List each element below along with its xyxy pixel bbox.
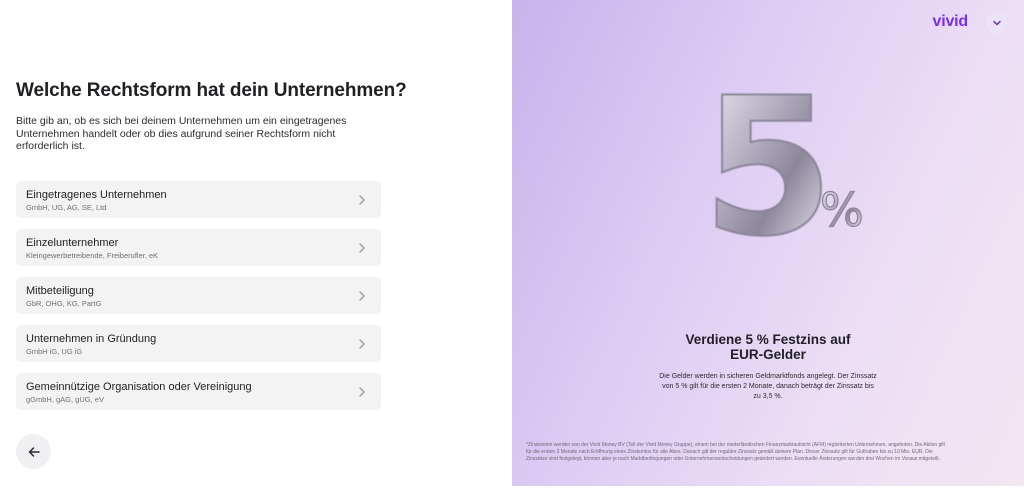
option-subtitle: GmbH iG, UG iG [26, 347, 83, 356]
option-subtitle: Kleingewerbetreibende, Freiberufler, eK [26, 251, 159, 260]
option-eingetragenes-unternehmen[interactable]: Eingetragenes Unternehmen GmbH, UG, AG, … [16, 181, 381, 218]
legal-footnote: *Zinskonten werden von der Vivid Money B… [526, 442, 945, 462]
chevron-right-icon [359, 195, 365, 205]
promo-panel: vivid 5 % Verdiene 5 % Festzins auf EUR-… [512, 0, 1024, 486]
page-title: Welche Rechtsform hat dein Unternehmen? [16, 80, 407, 101]
option-mitbeteiligung[interactable]: Mitbeteiligung GbR, OHG, KG, PartG [16, 277, 381, 314]
page-description: Bitte gib an, ob es sich bei deinem Unte… [16, 115, 347, 152]
option-subtitle: GbR, OHG, KG, PartG [26, 299, 102, 308]
option-unternehmen-in-gruendung[interactable]: Unternehmen in Gründung GmbH iG, UG iG [16, 325, 381, 362]
chevron-right-icon [359, 243, 365, 253]
balloon-5-percent-illustration: 5 % [702, 78, 864, 268]
promo-text: Die Gelder werden in sicheren Geldmarktf… [659, 373, 877, 400]
option-title: Mitbeteiligung [26, 285, 94, 297]
chevron-right-icon [359, 339, 365, 349]
chevron-right-icon [359, 387, 365, 397]
promo-title-line1: Verdiene 5 % Festzins auf [685, 332, 851, 347]
back-button[interactable] [16, 434, 51, 469]
legal-form-options: Eingetragenes Unternehmen GmbH, UG, AG, … [16, 181, 381, 421]
promo-title-line2: EUR-Gelder [730, 347, 806, 362]
chevron-right-icon [359, 291, 365, 301]
option-gemeinnuetzige-organisation[interactable]: Gemeinnützige Organisation oder Vereinig… [16, 373, 381, 410]
option-title: Einzelunternehmer [26, 237, 119, 249]
balloon-percent: % [820, 183, 864, 237]
form-panel: Welche Rechtsform hat dein Unternehmen? … [0, 0, 512, 492]
option-einzelunternehmer[interactable]: Einzelunternehmer Kleingewerbetreibende,… [16, 229, 381, 266]
balloon-number: 5 [702, 78, 834, 268]
option-title: Unternehmen in Gründung [26, 333, 157, 345]
option-subtitle: GmbH, UG, AG, SE, Ltd [26, 203, 107, 212]
vivid-logo: vivid [932, 13, 969, 30]
arrow-left-icon [28, 446, 40, 457]
promo-title: Verdiene 5 % Festzins auf EUR-Gelder [512, 332, 1024, 362]
option-subtitle: gGmbH, gAG, gUG, eV [26, 395, 104, 404]
option-title: Gemeinnützige Organisation oder Vereinig… [26, 381, 252, 393]
chevron-down-icon [993, 20, 1001, 26]
account-menu-button[interactable] [986, 12, 1008, 34]
option-title: Eingetragenes Unternehmen [26, 189, 167, 201]
